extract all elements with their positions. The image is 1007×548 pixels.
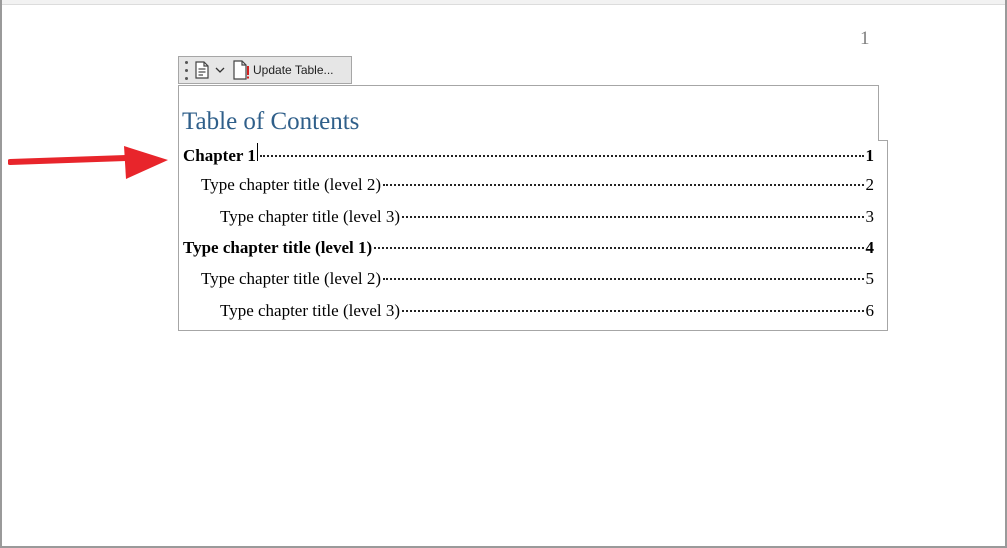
toc-entry-leader [374, 247, 864, 249]
toc-entry-page: 6 [865, 301, 875, 320]
top-ruler-strip [2, 0, 1005, 5]
drag-handle-icon[interactable] [181, 58, 191, 82]
chevron-down-icon [215, 67, 225, 73]
update-table-label: Update Table... [253, 63, 334, 77]
toc-entry-page: 3 [865, 207, 875, 226]
toc-entry-page: 2 [865, 175, 875, 194]
toc-entry[interactable]: Chapter 1 1 [183, 143, 874, 165]
toc-title: Table of Contents [182, 108, 360, 135]
toc-entry-page: 1 [865, 146, 875, 165]
toc-entry-leader [383, 184, 864, 186]
toc-entry[interactable]: Type chapter title (level 3) 6 [220, 300, 874, 322]
toc-entry-text: Type chapter title (level 1) [183, 238, 373, 257]
toc-entry[interactable]: Type chapter title (level 2) 5 [201, 268, 874, 290]
toc-entry-page: 5 [865, 269, 875, 288]
toc-entry-text: Chapter 1 [183, 146, 256, 165]
page-number: 1 [860, 28, 870, 49]
toc-entry[interactable]: Type chapter title (level 3) 3 [220, 206, 874, 228]
toc-entry-page: 4 [865, 238, 875, 257]
toc-entry-text: Type chapter title (level 2) [201, 269, 382, 288]
text-cursor [256, 143, 258, 161]
toc-content-control-toolbar: Update Table... [178, 56, 352, 84]
toc-entry-leader [383, 278, 864, 280]
document-list-icon [195, 61, 209, 79]
toc-options-button[interactable] [191, 58, 229, 82]
update-document-icon [233, 60, 249, 80]
red-arrow-icon [8, 146, 168, 179]
toc-entry-leader [402, 310, 864, 312]
toc-entry-leader [402, 216, 864, 218]
toc-entry-text: Type chapter title (level 2) [201, 175, 382, 194]
toc-entry[interactable]: Type chapter title (level 2) 2 [201, 174, 874, 196]
toc-entry-leader [259, 155, 864, 157]
update-table-button[interactable]: Update Table... [229, 58, 337, 82]
toc-entry-text: Type chapter title (level 3) [220, 207, 401, 226]
toc-entry-text: Type chapter title (level 3) [220, 301, 401, 320]
toc-entry[interactable]: Type chapter title (level 1) 4 [183, 237, 874, 259]
